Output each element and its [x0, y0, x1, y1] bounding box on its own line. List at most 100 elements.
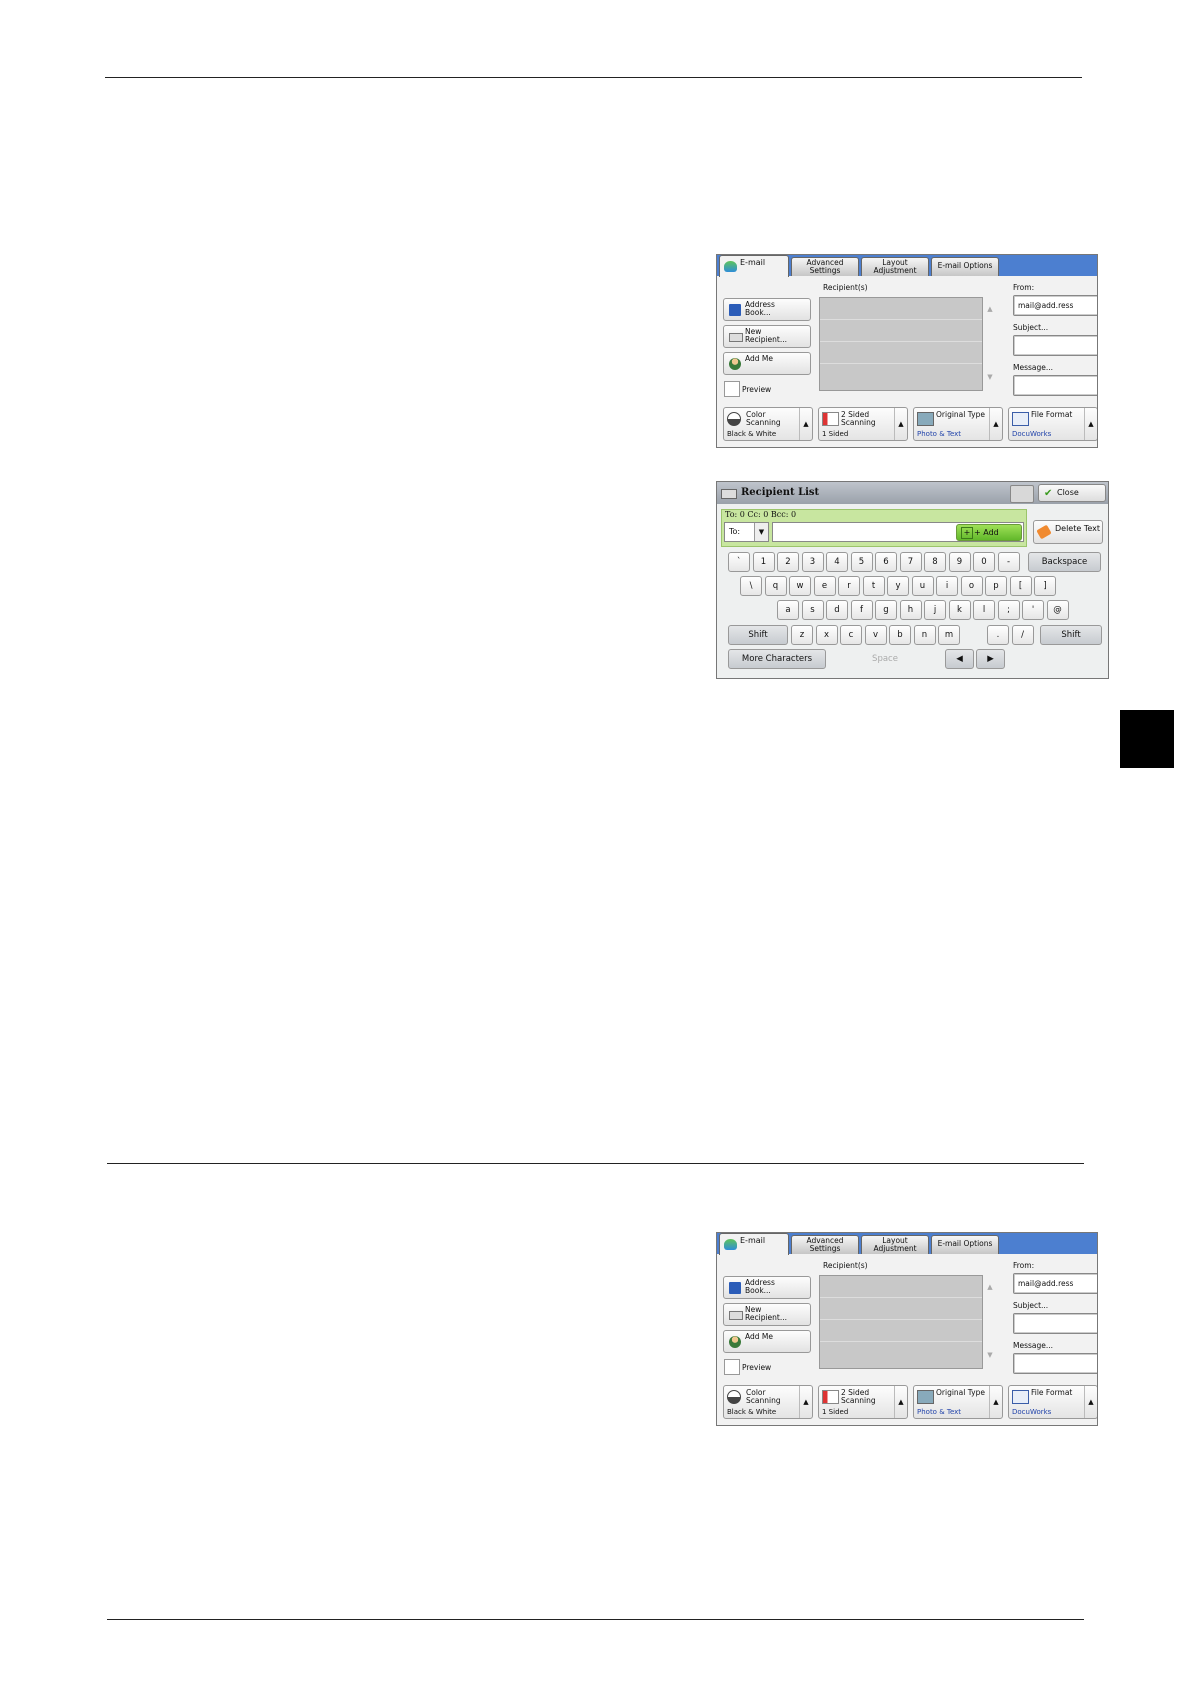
key[interactable]: @ [1046, 600, 1069, 620]
two-sided-scanning-button[interactable]: 2 Sided Scanning 1 Sided ▲ [818, 407, 908, 441]
delete-text-button[interactable]: Delete Text [1033, 520, 1103, 544]
arrow-left-icon[interactable]: ◀ [945, 649, 974, 669]
chevron-up-icon[interactable]: ▲ [894, 408, 907, 440]
color-scanning-button[interactable]: Color Scanning Black & White ▲ [723, 407, 813, 441]
recipient-list[interactable] [819, 1275, 983, 1369]
key[interactable]: 5 [850, 552, 873, 572]
subject-field[interactable] [1013, 335, 1097, 356]
file-format-button[interactable]: File Format DocuWorks ▲ [1008, 1385, 1097, 1419]
add-button[interactable]: + + Add [956, 524, 1022, 541]
key[interactable]: 4 [826, 552, 848, 572]
key[interactable]: ' [1022, 600, 1044, 620]
key[interactable]: w [789, 576, 811, 596]
scroll-up-icon[interactable]: ▲ [985, 1283, 995, 1293]
color-scanning-button[interactable]: Color Scanning Black & White ▲ [723, 1385, 813, 1419]
key[interactable]: 7 [899, 552, 922, 572]
shift-key-right[interactable]: Shift [1040, 625, 1102, 645]
more-characters-button[interactable]: More Characters [728, 649, 826, 669]
key[interactable]: o [960, 576, 983, 596]
file-format-button[interactable]: File Format DocuWorks ▲ [1008, 407, 1097, 441]
key[interactable]: g [875, 600, 897, 620]
message-field[interactable] [1013, 1353, 1097, 1374]
chevron-up-icon[interactable]: ▲ [1084, 408, 1097, 440]
key[interactable]: x [815, 625, 838, 645]
chevron-up-icon[interactable]: ▲ [799, 408, 812, 440]
arrow-right-icon[interactable]: ▶ [976, 649, 1005, 669]
key[interactable]: j [924, 600, 946, 620]
tab-advanced-settings[interactable]: Advanced Settings [791, 1235, 859, 1254]
key[interactable]: v [864, 625, 887, 645]
key[interactable]: p [985, 576, 1007, 596]
new-recipient-button[interactable]: New Recipient... [723, 325, 811, 348]
add-me-button[interactable]: Add Me [723, 1330, 811, 1353]
from-field[interactable]: mail@add.ress [1013, 1273, 1097, 1294]
tab-advanced-settings[interactable]: Advanced Settings [791, 257, 859, 276]
key[interactable]: a [777, 600, 799, 620]
key[interactable]: z [791, 625, 813, 645]
original-type-button[interactable]: Original Type Photo & Text ▲ [913, 1385, 1003, 1419]
key[interactable]: 6 [875, 552, 897, 572]
message-field[interactable] [1013, 375, 1097, 396]
key[interactable]: m [938, 625, 960, 645]
close-button[interactable]: ✔ Close [1038, 484, 1106, 502]
scroll-up-icon[interactable]: ▲ [985, 305, 995, 315]
key[interactable]: h [899, 600, 922, 620]
chevron-up-icon[interactable]: ▲ [989, 1386, 1002, 1418]
key[interactable]: 0 [973, 552, 995, 572]
save-icon[interactable] [1010, 485, 1034, 503]
key[interactable]: / [1011, 625, 1034, 645]
scroll-down-icon[interactable]: ▼ [985, 373, 995, 383]
key[interactable]: d [826, 600, 848, 620]
key[interactable]: 2 [777, 552, 799, 572]
space-key[interactable]: Space [829, 649, 941, 669]
key[interactable]: c [840, 625, 862, 645]
tab-layout-adjustment[interactable]: Layout Adjustment [861, 257, 929, 276]
tab-layout-adjustment[interactable]: Layout Adjustment [861, 1235, 929, 1254]
add-me-button[interactable]: Add Me [723, 352, 811, 375]
recipient-list[interactable] [819, 297, 983, 391]
key[interactable]: s [801, 600, 824, 620]
key[interactable]: y [887, 576, 909, 596]
key[interactable]: ` [728, 552, 750, 572]
key[interactable]: ] [1034, 576, 1056, 596]
key[interactable]: n [913, 625, 936, 645]
preview-checkbox[interactable] [724, 381, 740, 397]
key[interactable]: l [973, 600, 995, 620]
chevron-up-icon[interactable]: ▲ [1084, 1386, 1097, 1418]
backspace-key[interactable]: Backspace [1028, 552, 1101, 572]
chevron-up-icon[interactable]: ▲ [894, 1386, 907, 1418]
key[interactable]: 9 [948, 552, 971, 572]
key[interactable]: 1 [752, 552, 775, 572]
shift-key-left[interactable]: Shift [728, 625, 788, 645]
subject-field[interactable] [1013, 1313, 1097, 1334]
key[interactable]: ; [997, 600, 1020, 620]
chevron-up-icon[interactable]: ▲ [799, 1386, 812, 1418]
tab-email-options[interactable]: E-mail Options [931, 257, 999, 276]
address-book-button[interactable]: Address Book... [723, 1276, 811, 1299]
tab-email-options[interactable]: E-mail Options [931, 1235, 999, 1254]
key[interactable]: 3 [801, 552, 824, 572]
tab-email[interactable]: E-mail [719, 255, 789, 277]
key[interactable]: - [997, 552, 1020, 572]
key[interactable]: k [948, 600, 971, 620]
recipient-type-select[interactable]: To: ▼ [724, 522, 769, 542]
key[interactable]: . [987, 625, 1009, 645]
chevron-up-icon[interactable]: ▲ [989, 408, 1002, 440]
tab-email[interactable]: E-mail [719, 1233, 789, 1255]
from-field[interactable]: mail@add.ress [1013, 295, 1097, 316]
key[interactable]: r [838, 576, 860, 596]
key[interactable]: [ [1009, 576, 1032, 596]
key[interactable]: f [850, 600, 873, 620]
preview-checkbox[interactable] [724, 1359, 740, 1375]
new-recipient-button[interactable]: New Recipient... [723, 1303, 811, 1326]
key[interactable]: 8 [924, 552, 946, 572]
key[interactable]: b [889, 625, 911, 645]
key[interactable]: t [862, 576, 885, 596]
two-sided-scanning-button[interactable]: 2 Sided Scanning 1 Sided ▲ [818, 1385, 908, 1419]
original-type-button[interactable]: Original Type Photo & Text ▲ [913, 407, 1003, 441]
key[interactable]: u [911, 576, 934, 596]
scroll-down-icon[interactable]: ▼ [985, 1351, 995, 1361]
key[interactable]: q [764, 576, 787, 596]
key[interactable]: e [813, 576, 836, 596]
address-book-button[interactable]: Address Book... [723, 298, 811, 321]
